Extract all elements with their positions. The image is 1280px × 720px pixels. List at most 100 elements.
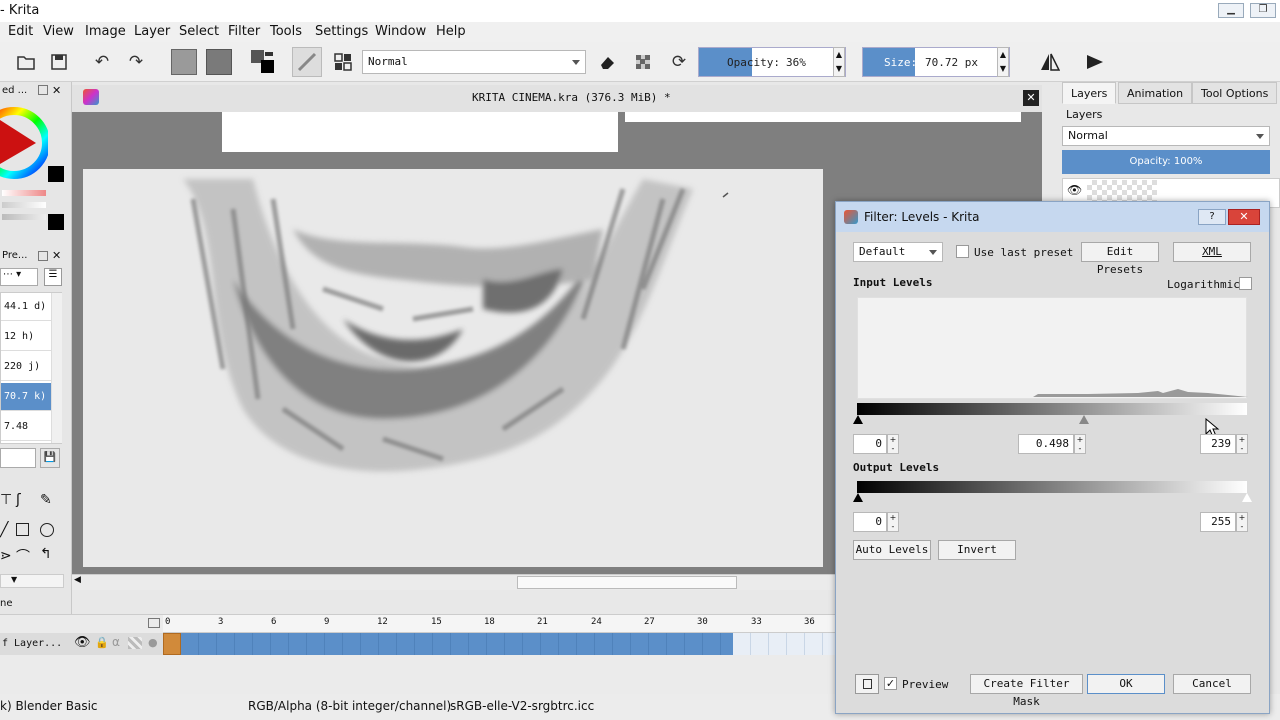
menu-image[interactable]: Image (85, 24, 126, 39)
line-tool-icon[interactable]: ╱ (0, 522, 8, 538)
menu-filter[interactable]: Filter (228, 24, 260, 39)
ellipse-tool-icon[interactable] (40, 523, 54, 537)
layer-row-header[interactable]: f Layer... 👁 🔒 α ● (0, 633, 163, 655)
toolbox-scroll[interactable]: ▼ (0, 574, 64, 588)
rectangle-tool-icon[interactable] (16, 523, 29, 536)
menu-edit[interactable]: Edit (8, 24, 33, 39)
visibility-icon[interactable]: 👁 (1067, 183, 1082, 197)
input-white-field[interactable]: 239 (1200, 434, 1236, 454)
foreground-swatch[interactable] (48, 166, 64, 182)
preset-item[interactable]: 12 h) (1, 323, 51, 351)
preset-item[interactable]: 7.48 tre (1, 413, 51, 460)
eraser-icon[interactable] (592, 47, 622, 77)
close-icon[interactable]: ✕ (1228, 209, 1260, 225)
gradient-icon[interactable] (204, 47, 234, 77)
output-black-field[interactable]: 0 (853, 512, 887, 532)
polyline-tool-icon[interactable]: ⋗ (0, 548, 12, 564)
xml-button[interactable]: XML (1173, 242, 1251, 262)
close-icon[interactable]: ✕ (1023, 90, 1039, 106)
auto-levels-button[interactable]: Auto Levels (853, 540, 931, 560)
open-icon[interactable] (11, 47, 41, 77)
preset-search-input[interactable] (0, 448, 36, 468)
timeline-ruler[interactable]: 0 3 6 9 12 15 18 21 24 27 30 33 36 (163, 615, 835, 633)
scroll-left-icon[interactable]: ◀ (74, 575, 81, 585)
layer-blend-mode-select[interactable]: Normal (1062, 126, 1270, 146)
tab-animation[interactable]: Animation (1118, 82, 1193, 104)
background-swatch[interactable] (48, 214, 64, 230)
preset-item[interactable]: 44.1 d) (1, 293, 51, 321)
use-last-preset-checkbox[interactable] (956, 245, 969, 258)
output-black-spin[interactable]: + - (887, 512, 899, 532)
fill-pattern-icon[interactable] (169, 47, 199, 77)
mirror-horizontal-icon[interactable] (1035, 47, 1065, 77)
empty-frames[interactable] (733, 633, 835, 655)
menu-settings[interactable]: Settings (315, 24, 368, 39)
input-white-spin[interactable]: + - (1236, 434, 1248, 454)
input-black-spin[interactable]: + - (887, 434, 899, 454)
size-spin-buttons[interactable]: ▲ ▼ (997, 47, 1009, 77)
timeline-settings-icon[interactable] (148, 618, 160, 628)
preset-scrollbar[interactable] (51, 293, 62, 443)
redo-icon[interactable]: ↷ (121, 47, 151, 77)
menu-layer[interactable]: Layer (134, 24, 170, 39)
tab-tool-options[interactable]: Tool Options (1192, 82, 1278, 104)
help-button[interactable]: ? (1198, 209, 1226, 225)
minimize-button[interactable]: ▁ (1218, 3, 1244, 18)
preset-item-selected[interactable]: 70.7 k) (1, 383, 51, 411)
menu-window[interactable]: Window (375, 24, 426, 39)
logarithmic-checkbox[interactable] (1239, 277, 1252, 290)
layer-opacity-slider[interactable]: Opacity: 100% (1062, 150, 1270, 174)
lock-icon[interactable]: 🔒 (95, 636, 109, 649)
float-docker-icon[interactable] (38, 85, 48, 95)
input-gamma-spin[interactable]: + - (1074, 434, 1086, 454)
preset-item[interactable]: 220 j) (1, 353, 51, 381)
menu-tools[interactable]: Tools (270, 24, 302, 39)
mirror-vertical-icon[interactable] (1080, 47, 1110, 77)
ok-button[interactable]: OK (1087, 674, 1165, 694)
output-white-field[interactable]: 255 (1200, 512, 1236, 532)
edit-presets-button[interactable]: Edit Presets (1081, 242, 1159, 276)
split-preview-button[interactable] (855, 674, 879, 694)
opacity-spin-buttons[interactable]: ▲ ▼ (833, 47, 845, 77)
output-white-point-handle[interactable] (1242, 493, 1252, 502)
freehand-path-icon[interactable]: ⊤ (0, 492, 12, 508)
save-icon[interactable] (44, 47, 74, 77)
preview-checkbox[interactable]: ✓ (884, 677, 897, 690)
input-black-field[interactable]: 0 (853, 434, 887, 454)
undo-icon[interactable]: ↶ (87, 47, 117, 77)
menu-select[interactable]: Select (179, 24, 219, 39)
input-black-point-handle[interactable] (853, 415, 863, 424)
input-gamma-field[interactable]: 0.498 (1018, 434, 1074, 454)
scrollbar-thumb[interactable] (517, 576, 737, 589)
alpha-icon[interactable]: α (112, 635, 120, 649)
restore-button[interactable]: ❐ (1250, 3, 1276, 18)
create-filter-mask-button[interactable]: Create Filter Mask (970, 674, 1083, 708)
drawing-canvas[interactable] (83, 169, 823, 567)
preset-filter-combo[interactable]: ⋯ ▾ (0, 268, 38, 286)
blend-mode-select[interactable]: Normal (362, 50, 586, 74)
smart-patch-icon[interactable]: ✎ (40, 492, 52, 508)
input-gamma-handle[interactable] (1079, 415, 1089, 424)
brush-preset-icon[interactable] (292, 47, 322, 77)
color-selector[interactable] (0, 102, 50, 184)
alpha-channel-slider[interactable] (2, 214, 46, 220)
opacity-slider[interactable]: Opacity: 36% ▲ ▼ (698, 47, 846, 77)
visibility-icon[interactable]: 👁 (74, 635, 91, 650)
frame-range[interactable] (181, 633, 733, 655)
freehand-tool-icon[interactable]: ↰ (40, 546, 52, 562)
invert-button[interactable]: Invert (938, 540, 1016, 560)
menu-view[interactable]: View (43, 24, 74, 39)
tab-layers[interactable]: Layers (1062, 82, 1117, 104)
save-preset-icon[interactable]: 💾 (40, 448, 60, 468)
preset-view-icon[interactable]: ☰ (44, 268, 62, 286)
value-channel-slider[interactable] (2, 202, 46, 208)
foreground-background-color-icon[interactable] (248, 47, 278, 77)
menu-help[interactable]: Help (436, 24, 466, 39)
pin-icon[interactable]: ● (148, 636, 158, 649)
float-presets-icon[interactable] (38, 251, 48, 261)
current-frame[interactable] (163, 633, 181, 655)
output-black-point-handle[interactable] (853, 493, 863, 502)
cancel-button[interactable]: Cancel (1173, 674, 1251, 694)
size-slider[interactable]: Size: 70.72 px ▲ ▼ (862, 47, 1010, 77)
onion-skin-icon[interactable] (128, 637, 142, 649)
